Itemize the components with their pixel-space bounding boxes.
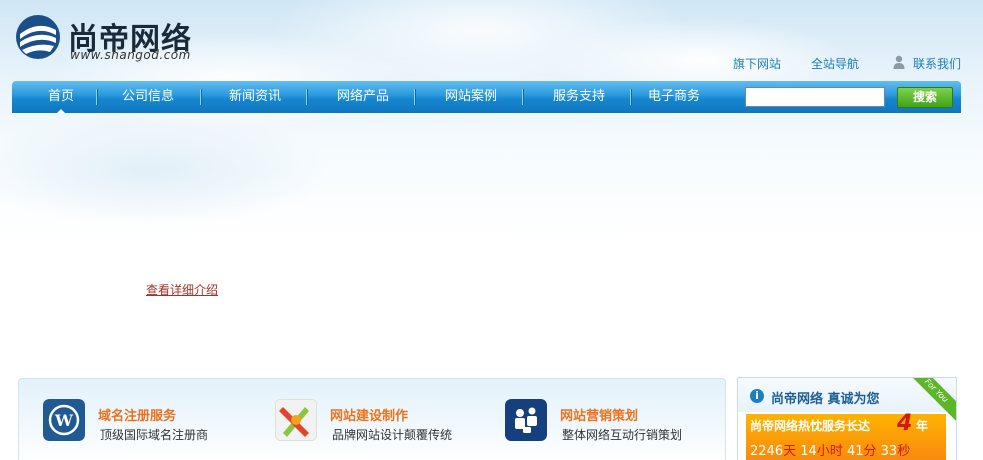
service-title: 网站营销策划 bbox=[560, 409, 639, 424]
main-nav: 首页 公司信息 新闻资讯 网络产品 网站案例 服务支持 电子商务 搜索 bbox=[12, 81, 961, 113]
people-icon bbox=[505, 399, 547, 441]
service-domain[interactable]: W 域名注册服务 顶级国际域名注册商 bbox=[43, 399, 263, 447]
nav-divider bbox=[522, 89, 524, 105]
counter-hours: 14 bbox=[800, 444, 817, 459]
contact-link[interactable]: 联系我们 bbox=[913, 55, 961, 72]
counter-prefix: 尚帝网络热忱服务长达 bbox=[750, 419, 871, 433]
logo-url: www.shangod.com bbox=[70, 48, 191, 62]
counter-days: 2246 bbox=[750, 444, 784, 459]
detail-link[interactable]: 查看详细介绍 bbox=[146, 281, 218, 298]
counter-seconds: 33 bbox=[880, 444, 898, 459]
service-counter-box: i 尚帝网络 真诚为您 For You 尚帝网络热忱服务长达 4 年 2246天… bbox=[737, 377, 957, 460]
info-icon: i bbox=[750, 389, 764, 403]
nav-support[interactable]: 服务支持 bbox=[536, 81, 622, 113]
service-website[interactable]: 网站建设制作 品牌网站设计颠覆传统 bbox=[275, 399, 495, 447]
tools-icon bbox=[275, 399, 317, 441]
user-icon bbox=[893, 55, 905, 69]
service-marketing[interactable]: 网站营销策划 整体网络互动行销策划 bbox=[505, 399, 725, 447]
search-button[interactable]: 搜索 bbox=[897, 87, 953, 108]
sidebox-header: i 尚帝网络 真诚为您 For You bbox=[738, 378, 956, 425]
counter-seconds-unit: 秒 bbox=[897, 444, 911, 459]
nav-news[interactable]: 新闻资讯 bbox=[212, 81, 298, 113]
counter-years-unit: 年 bbox=[916, 419, 929, 433]
nav-divider bbox=[414, 89, 416, 105]
counter-minutes: 41 bbox=[846, 444, 864, 459]
nav-divider bbox=[96, 89, 98, 105]
nav-divider bbox=[200, 89, 202, 105]
site-nav-link[interactable]: 全站导航 bbox=[811, 55, 859, 72]
counter-hours-unit: 小时 bbox=[816, 444, 843, 459]
nav-ecommerce[interactable]: 电子商务 bbox=[638, 81, 710, 113]
top-links: 旗下网站 全站导航 联系我们 bbox=[701, 55, 961, 71]
nav-divider bbox=[630, 89, 632, 105]
counter-minutes-unit: 分 bbox=[863, 444, 877, 459]
wordpress-icon: W bbox=[43, 399, 85, 441]
nav-home[interactable]: 首页 bbox=[28, 81, 94, 113]
nav-divider bbox=[306, 89, 308, 105]
service-title: 域名注册服务 bbox=[98, 409, 177, 424]
counter-time: 2246天 14小时 41分 33秒 bbox=[750, 440, 910, 459]
service-desc: 顶级国际域名注册商 bbox=[100, 428, 209, 442]
site-logo[interactable]: 尚帝网络 www.shangod.com bbox=[12, 12, 212, 64]
service-desc: 品牌网站设计颠覆传统 bbox=[332, 428, 453, 442]
search-input[interactable] bbox=[745, 87, 885, 107]
counter-years: 4 bbox=[897, 411, 913, 436]
svg-text:W: W bbox=[54, 411, 74, 430]
sub-sites-link[interactable]: 旗下网站 bbox=[733, 55, 781, 72]
service-counter: 尚帝网络热忱服务长达 4 年 2246天 14小时 41分 33秒 bbox=[746, 411, 946, 460]
logo-mark-icon bbox=[16, 15, 60, 59]
sidebox-title: 尚帝网络 真诚为您 bbox=[771, 392, 880, 407]
service-title: 网站建设制作 bbox=[330, 409, 409, 424]
nav-company-info[interactable]: 公司信息 bbox=[106, 81, 190, 113]
page: 尚帝网络 www.shangod.com 旗下网站 全站导航 联系我们 首页 公… bbox=[0, 0, 983, 460]
counter-days-unit: 天 bbox=[783, 444, 797, 459]
nav-products[interactable]: 网络产品 bbox=[320, 81, 406, 113]
nav-cases[interactable]: 网站案例 bbox=[428, 81, 514, 113]
service-desc: 整体网络互动行销策划 bbox=[562, 428, 683, 442]
services-panel: W 域名注册服务 顶级国际域名注册商 网站建设制作 品牌网站设计颠覆传统 网站营… bbox=[18, 378, 726, 460]
